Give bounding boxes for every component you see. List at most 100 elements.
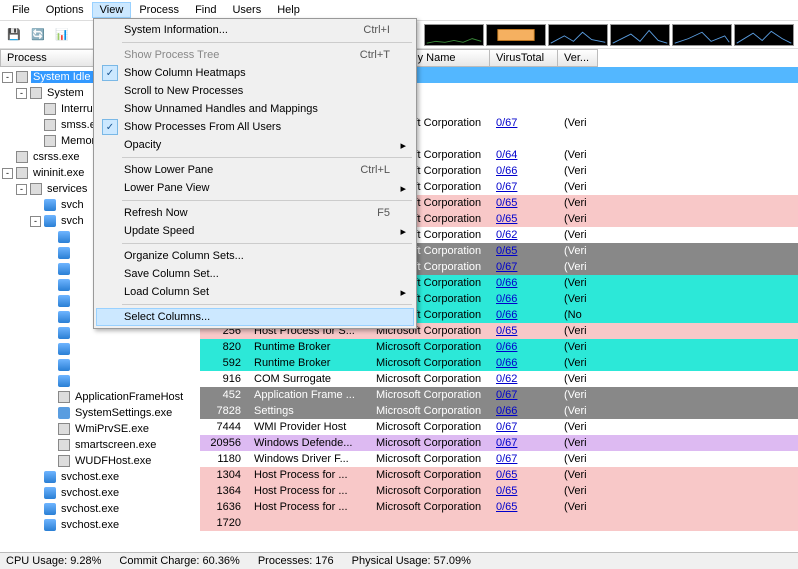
virustotal-cell[interactable]: 0/67 [490, 181, 558, 193]
net-chart[interactable] [610, 24, 670, 46]
virustotal-cell[interactable]: 0/66 [490, 165, 558, 177]
tree-toggle-icon[interactable]: - [2, 72, 13, 83]
virustotal-link[interactable]: 0/67 [496, 389, 517, 401]
table-row[interactable]: 2,196 K8,684 K1636Host Process for ...Mi… [200, 499, 798, 515]
virustotal-link[interactable]: 0/65 [496, 213, 517, 225]
tree-toggle-icon[interactable]: - [16, 184, 27, 195]
virustotal-cell[interactable]: 0/66 [490, 341, 558, 353]
tree-toggle-icon[interactable]: - [30, 216, 41, 227]
toolbar-icon[interactable]: 📊 [52, 25, 72, 45]
virustotal-link[interactable]: 0/64 [496, 149, 517, 161]
virustotal-cell[interactable]: 0/67 [490, 453, 558, 465]
menu-item[interactable]: Scroll to New Processes [96, 82, 414, 100]
tree-row[interactable]: WmiPrvSE.exe [2, 421, 198, 437]
virustotal-cell[interactable]: 0/65 [490, 245, 558, 257]
virustotal-cell[interactable]: 0/67 [490, 437, 558, 449]
virustotal-cell[interactable]: 0/67 [490, 261, 558, 273]
virustotal-cell[interactable]: 0/65 [490, 213, 558, 225]
menu-item[interactable]: Opacity▸ [96, 136, 414, 154]
virustotal-link[interactable]: 0/62 [496, 373, 517, 385]
save-icon[interactable]: 💾 [4, 25, 24, 45]
virustotal-link[interactable]: 0/65 [496, 245, 517, 257]
table-row[interactable]: < 0.013,072 K6,964 K1364Host Process for… [200, 483, 798, 499]
table-row[interactable]: 10,176 K16,300 K20956Windows Defende...M… [200, 435, 798, 451]
menu-item[interactable]: Load Column Set▸ [96, 283, 414, 301]
virustotal-link[interactable]: 0/65 [496, 469, 517, 481]
virustotal-cell[interactable]: 0/66 [490, 293, 558, 305]
table-row[interactable]: < 0.018,756 K15,572 K1304Host Process fo… [200, 467, 798, 483]
virustotal-link[interactable]: 0/67 [496, 117, 517, 129]
column-header[interactable]: Ver... [558, 49, 598, 67]
virustotal-link[interactable]: 0/62 [496, 229, 517, 241]
menu-item[interactable]: Show Unnamed Handles and Mappings [96, 100, 414, 118]
tree-row[interactable]: svchost.exe [2, 469, 198, 485]
virustotal-link[interactable]: 0/66 [496, 405, 517, 417]
table-row[interactable]: 12,194 K39,712 K452Application Frame ...… [200, 387, 798, 403]
column-header[interactable]: VirusTotal [490, 49, 558, 67]
menu-options[interactable]: Options [38, 2, 92, 18]
virustotal-link[interactable]: 0/67 [496, 261, 517, 273]
menu-item[interactable]: Save Column Set... [96, 265, 414, 283]
gpu-chart[interactable] [734, 24, 794, 46]
virustotal-cell[interactable]: 0/67 [490, 117, 558, 129]
table-row[interactable]: Susp...33,312 K80,488 K7828SettingsMicro… [200, 403, 798, 419]
menu-find[interactable]: Find [187, 2, 224, 18]
commit-chart[interactable] [486, 24, 546, 46]
virustotal-cell[interactable]: 0/66 [490, 277, 558, 289]
tree-row[interactable]: smartscreen.exe [2, 437, 198, 453]
virustotal-link[interactable]: 0/66 [496, 341, 517, 353]
menu-item[interactable]: System Information...Ctrl+I [96, 21, 414, 39]
menu-users[interactable]: Users [224, 2, 269, 18]
table-row[interactable]: 592Runtime BrokerMicrosoft Corporation0/… [200, 355, 798, 371]
cpu-chart[interactable] [424, 24, 484, 46]
tree-toggle-icon[interactable]: - [16, 88, 27, 99]
virustotal-cell[interactable]: 0/65 [490, 485, 558, 497]
io-chart[interactable] [548, 24, 608, 46]
tree-row[interactable] [2, 373, 198, 389]
tree-row[interactable]: SystemSettings.exe [2, 405, 198, 421]
virustotal-cell[interactable]: 0/66 [490, 309, 558, 321]
tree-row[interactable]: svchost.exe [2, 485, 198, 501]
virustotal-cell[interactable]: 0/62 [490, 373, 558, 385]
tree-row[interactable] [2, 341, 198, 357]
virustotal-link[interactable]: 0/67 [496, 181, 517, 193]
virustotal-link[interactable]: 0/66 [496, 165, 517, 177]
table-row[interactable]: 2,548 K8,628 K7444WMI Provider HostMicro… [200, 419, 798, 435]
virustotal-link[interactable]: 0/65 [496, 197, 517, 209]
virustotal-cell[interactable]: 0/65 [490, 197, 558, 209]
virustotal-link[interactable]: 0/67 [496, 437, 517, 449]
menu-item[interactable]: Update Speed▸ [96, 222, 414, 240]
virustotal-link[interactable]: 0/66 [496, 293, 517, 305]
menu-item[interactable]: Organize Column Sets... [96, 247, 414, 265]
tree-row[interactable]: svchost.exe [2, 517, 198, 533]
menu-process[interactable]: Process [131, 2, 187, 18]
table-row[interactable]: 820Runtime BrokerMicrosoft Corporation0/… [200, 339, 798, 355]
virustotal-link[interactable]: 0/66 [496, 357, 517, 369]
menu-help[interactable]: Help [269, 2, 308, 18]
tree-row[interactable]: svchost.exe [2, 501, 198, 517]
tree-row[interactable] [2, 357, 198, 373]
menu-item[interactable]: Select Columns... [96, 308, 414, 326]
refresh-icon[interactable]: 🔄 [28, 25, 48, 45]
menu-item[interactable]: ✓Show Column Heatmaps [96, 64, 414, 82]
menu-item[interactable]: Lower Pane View▸ [96, 179, 414, 197]
disk-chart[interactable] [672, 24, 732, 46]
table-row[interactable]: 1,080 K12,720 K1720 [200, 515, 798, 531]
virustotal-link[interactable]: 0/67 [496, 453, 517, 465]
tree-toggle-icon[interactable]: - [2, 168, 13, 179]
virustotal-link[interactable]: 0/67 [496, 421, 517, 433]
virustotal-link[interactable]: 0/65 [496, 501, 517, 513]
tree-row[interactable]: WUDFHost.exe [2, 453, 198, 469]
menu-view[interactable]: View [92, 2, 132, 18]
menu-item[interactable]: Refresh NowF5 [96, 204, 414, 222]
menu-item[interactable]: Show Lower PaneCtrl+L [96, 161, 414, 179]
virustotal-link[interactable]: 0/65 [496, 325, 517, 337]
tree-row[interactable]: ApplicationFrameHost [2, 389, 198, 405]
menu-item[interactable]: ✓Show Processes From All Users [96, 118, 414, 136]
virustotal-link[interactable]: 0/66 [496, 309, 517, 321]
table-row[interactable]: 2,952 K8,132 K1180Windows Driver F...Mic… [200, 451, 798, 467]
table-row[interactable]: 916COM SurrogateMicrosoft Corporation0/6… [200, 371, 798, 387]
virustotal-cell[interactable]: 0/67 [490, 389, 558, 401]
virustotal-link[interactable]: 0/65 [496, 485, 517, 497]
virustotal-cell[interactable]: 0/65 [490, 501, 558, 513]
